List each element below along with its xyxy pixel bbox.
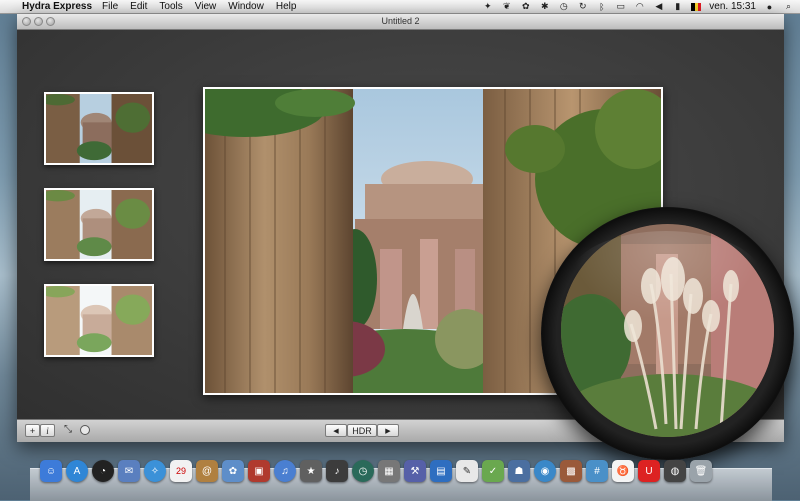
camera-icon[interactable]: ◍	[664, 460, 686, 482]
menu-view[interactable]: View	[195, 1, 217, 12]
appstore-icon[interactable]: A	[66, 460, 88, 482]
preview-icon[interactable]: ▦	[378, 460, 400, 482]
photo-booth-icon[interactable]: ▣	[248, 460, 270, 482]
itunes-icon[interactable]: ♫	[274, 460, 296, 482]
cow-icon[interactable]: ♉	[612, 460, 634, 482]
menu-edit[interactable]: Edit	[130, 1, 147, 12]
menu-file[interactable]: File	[102, 1, 118, 12]
spotlight-icon[interactable]: ⌕	[783, 1, 794, 11]
display-icon[interactable]: ▭	[615, 1, 626, 11]
hdr-button[interactable]: HDR	[347, 424, 377, 437]
menu-help[interactable]: Help	[276, 1, 297, 12]
evernote-icon[interactable]: ❦	[501, 1, 512, 11]
textedit-icon[interactable]: ✎	[456, 460, 478, 482]
volume-icon[interactable]: ◀	[653, 1, 664, 11]
dock-icons: ☺ A ◔ ✉ ✧ 29 @ ✿ ▣ ♫ ★ ♪ ◷ ▦ ⚒ ▤ ✎ ✓ ☗ ◉…	[40, 460, 712, 482]
thumbnail-1[interactable]	[44, 92, 154, 165]
hydra-icon[interactable]: ☗	[508, 460, 530, 482]
photo-icon[interactable]: ▩	[560, 460, 582, 482]
menu-window[interactable]: Window	[228, 1, 264, 12]
previous-button[interactable]: ◀	[325, 424, 347, 437]
xcode-icon[interactable]: ⚒	[404, 460, 426, 482]
mail-stamp-icon[interactable]: ✉	[118, 460, 140, 482]
gear-icon[interactable]: ✱	[539, 1, 550, 11]
bluetooth-icon[interactable]: ᛒ	[596, 2, 607, 12]
status-area: ✦ ❦ ✿ ✱ ◷ ↻ ᛒ ▭ ◠ ◀ ▮ ven. 15:31 ● ⌕	[482, 1, 800, 12]
ical-icon[interactable]: 29	[170, 460, 192, 482]
loupe-shine	[571, 231, 761, 321]
clock[interactable]: ven. 15:31	[709, 1, 756, 12]
thumbnail-photo	[46, 286, 152, 355]
input-flag-icon[interactable]	[691, 2, 702, 11]
wifi-icon[interactable]: ◠	[634, 1, 645, 11]
menu-tools[interactable]: Tools	[159, 1, 182, 12]
thumbnail-2[interactable]	[44, 188, 154, 261]
dropbox-icon[interactable]: ✦	[482, 1, 493, 11]
thumbnail-photo	[46, 190, 152, 259]
network-icon[interactable]: ◉	[534, 460, 556, 482]
sync-icon[interactable]: ↻	[577, 1, 588, 11]
loupe-toggle-icon[interactable]	[80, 425, 90, 435]
app-menu[interactable]: Hydra Express	[22, 1, 92, 12]
safari-icon[interactable]: ✧	[144, 460, 166, 482]
add-button[interactable]: +	[25, 424, 40, 437]
trash-icon[interactable]: 🗑	[690, 460, 712, 482]
calculator-icon[interactable]: #	[586, 460, 608, 482]
time-machine-icon[interactable]: ◷	[352, 460, 374, 482]
magnet-icon[interactable]: U	[638, 460, 660, 482]
address-book-icon[interactable]: @	[196, 460, 218, 482]
finder-icon[interactable]: ☺	[40, 460, 62, 482]
iphoto-icon[interactable]: ✿	[222, 460, 244, 482]
paw-icon[interactable]: ✿	[520, 1, 531, 11]
garageband-icon[interactable]: ♪	[326, 460, 348, 482]
time-machine-icon[interactable]: ◷	[558, 1, 569, 11]
dashboard-icon[interactable]: ◔	[92, 460, 114, 482]
thumbnail-3[interactable]	[44, 284, 154, 357]
window-title: Untitled 2	[381, 16, 420, 26]
next-button[interactable]: ▶	[377, 424, 399, 437]
thumbnail-photo	[46, 94, 152, 163]
dictionary-icon[interactable]: ▤	[430, 460, 452, 482]
resize-icon[interactable]: ⤡	[64, 424, 72, 435]
user-icon[interactable]: ●	[764, 2, 775, 12]
menu-bar: Hydra Express File Edit Tools View Windo…	[0, 0, 800, 14]
info-button[interactable]: i	[40, 424, 55, 437]
script-icon[interactable]: ✓	[482, 460, 504, 482]
loupe-magnifier[interactable]	[541, 207, 794, 460]
title-bar: Untitled 2	[17, 14, 784, 30]
battery-icon[interactable]: ▮	[672, 1, 683, 11]
imovie-icon[interactable]: ★	[300, 460, 322, 482]
